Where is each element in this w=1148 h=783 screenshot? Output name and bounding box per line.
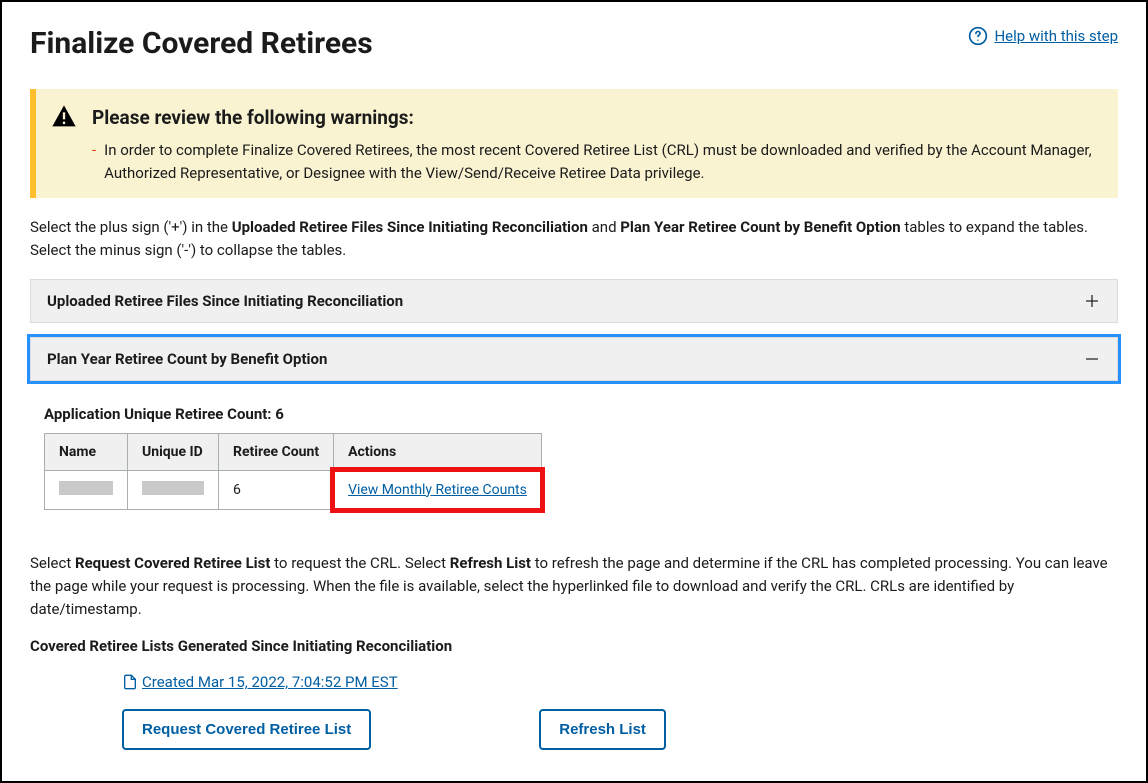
col-actions: Actions xyxy=(334,433,542,470)
intro-text: Select the plus sign ('+') in the Upload… xyxy=(30,216,1118,263)
redacted-text xyxy=(59,481,113,495)
warning-alert: Please review the following warnings: - … xyxy=(30,89,1118,198)
accordion-title: Plan Year Retiree Count by Benefit Optio… xyxy=(47,350,327,368)
table-row: 6 View Monthly Retiree Counts xyxy=(45,470,542,509)
minus-icon xyxy=(1083,350,1101,368)
col-retiree-count: Retiree Count xyxy=(219,433,334,470)
accordion-title: Uploaded Retiree Files Since Initiating … xyxy=(47,292,403,310)
redacted-text xyxy=(142,481,204,495)
bullet-dash: - xyxy=(92,139,96,184)
accordion-plan-year[interactable]: Plan Year Retiree Count by Benefit Optio… xyxy=(30,337,1118,381)
retiree-count-label: Application Unique Retiree Count: 6 xyxy=(44,405,1118,423)
cell-unique-id xyxy=(128,470,219,509)
crl-heading: Covered Retiree Lists Generated Since In… xyxy=(30,637,1118,655)
request-crl-button[interactable]: Request Covered Retiree List xyxy=(122,709,371,750)
warning-title: Please review the following warnings: xyxy=(92,106,414,129)
col-unique-id: Unique ID xyxy=(128,433,219,470)
help-link-label: Help with this step xyxy=(994,27,1118,45)
retiree-table: Name Unique ID Retiree Count Actions 6 V… xyxy=(44,433,542,510)
crl-instructions: Select Request Covered Retiree List to r… xyxy=(30,552,1118,622)
help-link[interactable]: Help with this step xyxy=(968,26,1118,46)
table-header-row: Name Unique ID Retiree Count Actions xyxy=(45,433,542,470)
cell-name xyxy=(45,470,128,509)
refresh-list-button[interactable]: Refresh List xyxy=(539,709,666,750)
view-monthly-counts-link[interactable]: View Monthly Retiree Counts xyxy=(348,482,527,498)
cell-actions: View Monthly Retiree Counts xyxy=(334,470,542,509)
warning-text: In order to complete Finalize Covered Re… xyxy=(104,139,1100,184)
page-title: Finalize Covered Retirees xyxy=(30,26,373,61)
cell-retiree-count: 6 xyxy=(219,470,334,509)
file-icon xyxy=(122,674,138,690)
accordion-uploaded-files[interactable]: Uploaded Retiree Files Since Initiating … xyxy=(30,279,1118,323)
col-name: Name xyxy=(45,433,128,470)
help-icon xyxy=(968,26,988,46)
plus-icon xyxy=(1083,292,1101,310)
crl-file-link[interactable]: Created Mar 15, 2022, 7:04:52 PM EST xyxy=(122,673,398,691)
warning-icon xyxy=(50,103,78,131)
crl-file-label: Created Mar 15, 2022, 7:04:52 PM EST xyxy=(142,673,398,691)
